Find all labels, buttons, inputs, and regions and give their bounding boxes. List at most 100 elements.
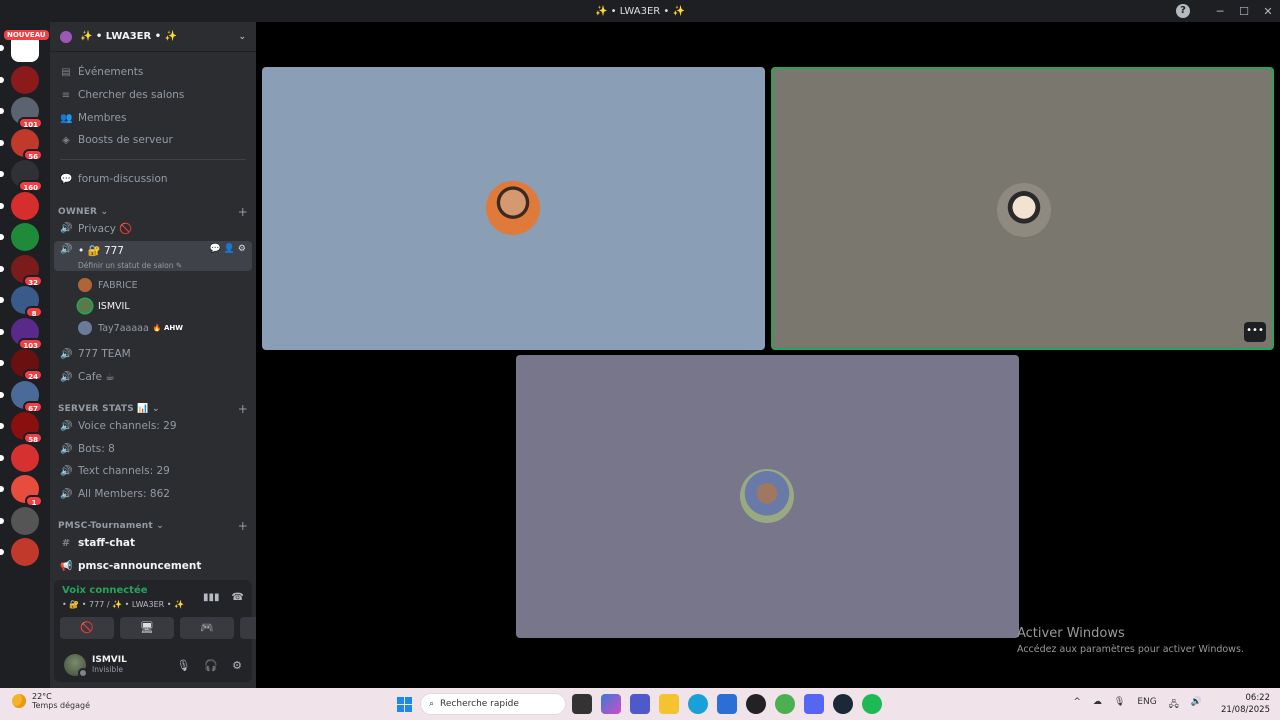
minimize-icon[interactable]: ─ [1208,5,1232,18]
copilot-icon[interactable] [601,694,621,714]
server-icon[interactable]: 101 [0,97,43,129]
server-icon[interactable]: 160 [0,160,43,192]
guild-header[interactable]: ✨ • LWA3ER • ✨ ⌄ [50,22,256,52]
more-options-button[interactable]: ••• [1244,322,1266,342]
server-icon[interactable] [0,506,39,535]
category-pmsc[interactable]: PMSC-Tournament ⌄ + [58,519,248,533]
activity-button[interactable]: 🎮 [180,617,234,639]
server-icon[interactable] [0,538,39,566]
screen-share-button[interactable]: 🖥 [120,617,174,639]
channel-actions[interactable]: 💬 👤 ⚙ [210,244,246,254]
server-icon[interactable] [0,443,39,472]
store-icon[interactable] [717,694,737,714]
search-icon: ⌕ [429,699,435,709]
discord-icon[interactable] [804,694,824,714]
maximize-icon[interactable]: ☐ [1232,5,1256,18]
channel-member-count[interactable]: 🔊 All Members: 862 [54,484,252,504]
participant-tile[interactable] [262,67,765,350]
divider [60,159,246,160]
menu-boosts[interactable]: ◈ Boosts de serveur [54,130,252,150]
app-icon[interactable] [746,694,766,714]
window-title: ✨ • LWA3ER • ✨ [595,6,685,17]
member-name: Tay7aaaaa [98,322,149,334]
unread-pill [0,76,4,83]
user-panel[interactable]: ISMVIL Invisible 🎙 🎧 ⚙ [58,650,248,680]
microphone-icon[interactable]: 🎙 [176,659,190,672]
mention-badge: 1 [25,495,43,507]
menu-events[interactable]: ▤ Événements [54,62,252,82]
category-owner-label: OWNER [58,207,98,217]
mention-badge: 67 [23,400,43,413]
server-icon[interactable]: 24 [0,349,43,381]
participant-tile[interactable] [516,355,1019,638]
server-icon[interactable]: 8 [0,286,43,318]
watermark-title: Activer Windows [1017,626,1125,641]
participant-tile-speaking[interactable]: ••• [771,67,1274,350]
server-icon[interactable]: 32 [0,254,43,287]
channel-777-team[interactable]: 🔊 777 TEAM [54,344,252,364]
category-owner[interactable]: OWNER ⌄ + [58,205,248,219]
channel-bots-count[interactable]: 🔊 Bots: 8 [54,439,252,459]
server-icon[interactable]: 58 [0,412,43,444]
camera-off-button[interactable]: 🚫 [60,617,114,639]
channel-cafe[interactable]: 🔊 Cafe ☕ [54,367,252,387]
weather-widget[interactable]: 22°C Temps dégagé [12,692,90,710]
windows-start-icon[interactable] [397,697,412,712]
cloud-icon[interactable]: ☁ [1093,697,1102,713]
file-explorer-icon[interactable] [659,694,679,714]
add-channel-icon[interactable]: + [238,205,248,219]
server-icon[interactable]: 67 [0,380,43,413]
channel-staff-chat[interactable]: # staff-chat [54,533,252,553]
server-icon[interactable] [0,191,39,220]
voice-member[interactable]: FABRICE [78,278,138,292]
voice-location[interactable]: • 🔐 • 777 / ✨ • LWA3ER • ✨ [62,600,184,609]
channel-voice-count[interactable]: 🔊 Voice channels: 29 [54,416,252,436]
network-icon[interactable]: 🖧 [1169,697,1179,713]
spotify-icon[interactable] [862,694,882,714]
help-icon[interactable]: ? [1176,4,1190,18]
mention-badge: 56 [23,148,43,161]
gear-icon[interactable]: ⚙ [232,659,242,672]
noise-suppression-icon[interactable]: ▮▮▮ [203,592,220,603]
server-icon[interactable]: 103 [0,317,43,350]
mention-badge: 160 [18,180,43,192]
server-icon[interactable]: 56 [0,128,43,161]
server-icon[interactable] [0,223,39,251]
avatar [78,299,92,313]
add-channel-icon[interactable]: + [238,519,248,533]
clock-time: 06:22 [1245,693,1271,703]
volume-icon[interactable]: 🔊 [1191,697,1202,713]
soundboard-button[interactable]: 🎵 [240,617,256,639]
voice-member[interactable]: Tay7aaaaa 🔥 AHW [78,321,183,335]
taskbar-search[interactable]: ⌕ Recherche rapide [420,693,566,715]
server-icon[interactable]: 1 [0,475,43,507]
server-icon[interactable] [0,65,39,94]
system-clock[interactable]: 06:22 21/08/2025 [1221,692,1270,716]
unread-pill [0,45,4,51]
disconnect-icon[interactable]: ☎ [232,592,244,603]
close-icon[interactable]: ✕ [1256,5,1280,18]
edge-icon[interactable] [688,694,708,714]
channel-forum-discussion[interactable]: 💬 forum-discussion [54,169,252,189]
channel-pmsc-announcement[interactable]: 📢 pmsc-announcement [54,556,252,576]
menu-boosts-label: Boosts de serveur [78,134,173,146]
channel-privacy[interactable]: 🔊 Privacy 🚫 [54,218,252,238]
headphones-icon[interactable]: 🎧 [204,659,218,672]
add-channel-icon[interactable]: + [238,402,248,416]
category-server-stats[interactable]: SERVER STATS 📊 ⌄ + [58,402,248,416]
members-icon: 👥 [60,112,73,124]
steam-icon[interactable] [833,694,853,714]
channel-text-count[interactable]: 🔊 Text channels: 29 [54,461,252,481]
menu-members[interactable]: 👥 Membres [54,108,252,128]
teams-icon[interactable] [630,694,650,714]
menu-browse-channels[interactable]: ≡ Chercher des salons [54,85,252,105]
task-view-icon[interactable] [572,694,592,714]
chrome-icon[interactable] [775,694,795,714]
voice-member[interactable]: ISMVIL [78,299,130,313]
voice-status-hint[interactable]: Définir un statut de salon ✎ [78,261,182,270]
category-pmsc-label: PMSC-Tournament [58,521,153,531]
chevron-down-icon: ⌄ [238,31,246,42]
language-indicator[interactable]: ENG [1137,697,1156,713]
mic-tray-icon[interactable]: 🎙 [1114,697,1125,713]
chevron-up-icon[interactable]: ^ [1073,697,1081,713]
